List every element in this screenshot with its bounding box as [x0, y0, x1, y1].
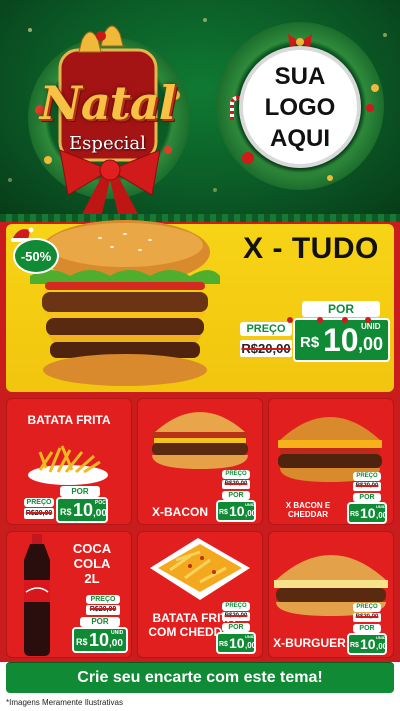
currency-symbol: R$ [350, 511, 359, 518]
currency-symbol: R$ [350, 642, 359, 649]
price-decimal: ,00 [245, 509, 257, 518]
price-box: R$ 10,00 UNID [216, 500, 256, 522]
por-label: POR [222, 623, 250, 632]
price-integer: 10 [229, 503, 245, 519]
preco-label: PREÇO [353, 603, 381, 612]
old-price: R$20,00 [24, 508, 54, 519]
currency-symbol: R$ [219, 509, 228, 516]
cta-button[interactable]: Crie seu encarte com este tema! [6, 663, 394, 693]
currency-symbol: R$ [300, 334, 320, 351]
product-name: X-BACON [152, 505, 208, 519]
preco-label: PREÇO [24, 498, 54, 507]
preco-label: PREÇO [86, 595, 120, 604]
christmas-header: Natal Especial SUA LOGO AQUI [0, 0, 400, 222]
preco-label: PREÇO [353, 472, 381, 481]
featured-preco-label: PREÇO [240, 322, 292, 336]
price-integer: 10 [73, 500, 94, 520]
price-unit: UNID [245, 502, 255, 507]
featured-price-box: R$ 10 ,00 UNID [293, 318, 390, 362]
product-name: X-BURGUER [273, 636, 346, 650]
price-unit: UNID [361, 322, 381, 331]
price-decimal: ,00 [376, 642, 388, 651]
price-decimal: ,00 [376, 511, 388, 520]
logo-placeholder-badge[interactable]: SUA LOGO AQUI [239, 46, 361, 168]
featured-product-name: X - TUDO [243, 232, 379, 265]
currency-symbol: R$ [219, 641, 228, 648]
old-price: R$20,00 [86, 605, 120, 615]
old-price: R$20,00 [353, 482, 381, 491]
featured-por-label: POR [302, 301, 380, 317]
price-box: R$ 10,00 UNID [347, 633, 387, 655]
por-label: POR [353, 493, 381, 502]
price-decimal: ,00 [93, 508, 107, 519]
price-integer: 10 [229, 635, 245, 651]
por-label: POR [222, 491, 250, 500]
logo-placeholder-text: SUA LOGO AQUI [264, 62, 336, 152]
price-unit: UNID [245, 634, 255, 639]
price-decimal: ,00 [358, 334, 384, 354]
product-name: COCA COLA 2L [72, 541, 112, 586]
price-box: R$ 10,00 POC [56, 497, 108, 523]
preco-label: PREÇO [222, 470, 250, 479]
old-price: R$20,00 [222, 612, 250, 621]
featured-old-price: R$20,00 [240, 340, 292, 357]
flyer-canvas: Natal Especial SUA LOGO AQUI -50% X - TU… [0, 0, 400, 711]
price-integer: 10 [323, 322, 359, 358]
price-unit: UNID [376, 635, 386, 640]
old-price: R$20,00 [353, 613, 381, 622]
currency-symbol: R$ [60, 507, 72, 517]
price-box: R$ 10,00 UNID [72, 627, 128, 653]
price-unit: UNID [376, 504, 386, 509]
price-decimal: ,00 [109, 638, 123, 649]
discount-badge: -50% [13, 238, 59, 274]
price-unit: POC [95, 500, 106, 506]
por-label: POR [80, 617, 120, 627]
por-label: POR [353, 624, 381, 633]
product-name: BATATA FRITA [27, 413, 111, 427]
price-box: R$ 10,00 UNID [216, 632, 256, 654]
price-unit: UNID [111, 630, 124, 636]
price-decimal: ,00 [245, 641, 257, 650]
disclaimer-text: *Imagens Meramente Ilustrativas [6, 698, 123, 707]
price-integer: 10 [89, 630, 110, 650]
price-integer: 10 [360, 505, 376, 521]
currency-symbol: R$ [76, 637, 88, 647]
old-price: R$20,00 [222, 480, 250, 489]
preco-label: PREÇO [222, 602, 250, 611]
por-label: POR [60, 486, 100, 497]
price-integer: 10 [360, 636, 376, 652]
product-name: X BACON E CHEDDAR [285, 501, 331, 520]
price-box: R$ 10,00 UNID [347, 502, 387, 524]
